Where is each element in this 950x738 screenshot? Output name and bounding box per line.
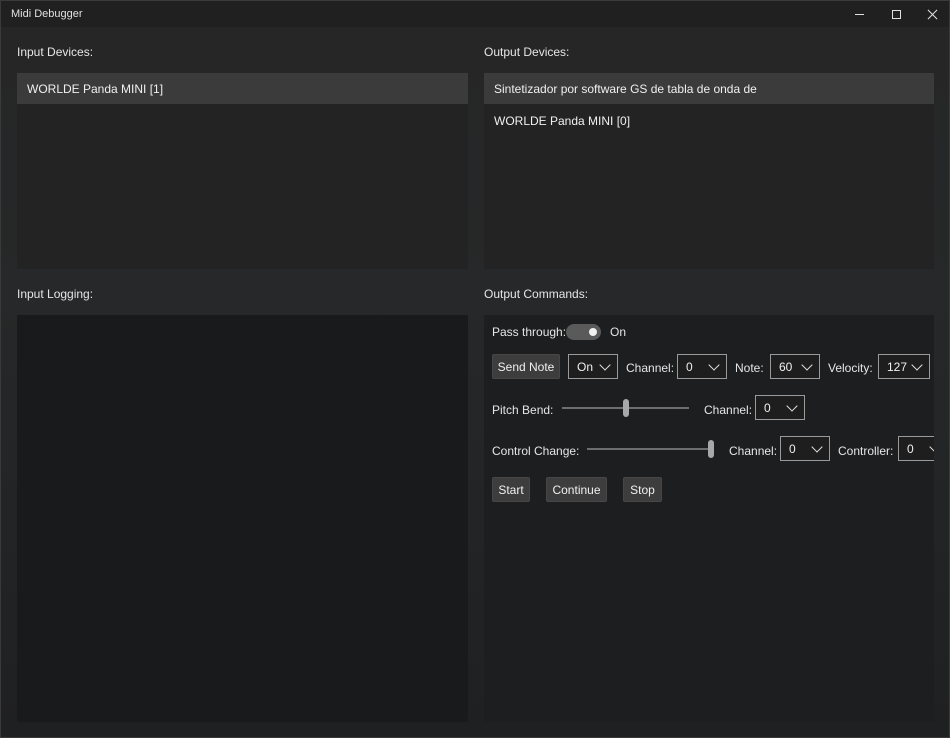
note-channel-label: Channel: xyxy=(626,361,675,375)
control-change-label: Control Change: xyxy=(492,444,580,458)
pitch-bend-channel-value: 0 xyxy=(764,400,771,415)
output-commands-panel: Pass through: On Send Note On Channel: 0… xyxy=(484,315,934,722)
output-commands-label: Output Commands: xyxy=(484,287,589,301)
note-channel-select[interactable]: 0 xyxy=(677,354,727,379)
chevron-down-icon xyxy=(929,441,934,453)
velocity-label: Velocity: xyxy=(828,361,873,375)
slider-thumb[interactable] xyxy=(708,440,714,458)
control-change-channel-select[interactable]: 0 xyxy=(780,436,830,461)
close-button[interactable] xyxy=(914,1,950,27)
input-log-area[interactable] xyxy=(17,315,468,722)
toggle-knob xyxy=(589,328,597,336)
maximize-icon xyxy=(891,9,901,19)
slider-track xyxy=(587,448,714,450)
close-icon xyxy=(927,9,938,20)
start-button[interactable]: Start xyxy=(492,477,530,502)
stop-button[interactable]: Stop xyxy=(623,477,662,502)
maximize-button[interactable] xyxy=(878,1,914,27)
pitch-bend-slider[interactable] xyxy=(562,399,689,417)
chevron-down-icon xyxy=(801,359,813,371)
chevron-down-icon xyxy=(599,359,611,371)
velocity-value: 127 xyxy=(887,359,908,374)
chevron-down-icon xyxy=(786,400,798,412)
output-device-item[interactable]: Sintetizador por software GS de tabla de… xyxy=(484,73,934,104)
send-note-button[interactable]: Send Note xyxy=(492,354,560,379)
input-devices-label: Input Devices: xyxy=(17,45,94,59)
note-channel-value: 0 xyxy=(686,359,693,374)
pitch-bend-channel-label: Channel: xyxy=(704,403,753,417)
control-change-slider[interactable] xyxy=(587,440,714,458)
window-title: Midi Debugger xyxy=(11,8,83,20)
controller-value: 0 xyxy=(907,441,914,456)
minimize-button[interactable] xyxy=(841,1,877,27)
title-bar: Midi Debugger xyxy=(1,1,949,27)
slider-thumb[interactable] xyxy=(623,399,629,417)
input-devices-list[interactable]: WORLDE Panda MINI [1] xyxy=(17,73,468,269)
velocity-select[interactable]: 127 xyxy=(878,354,930,379)
output-devices-list[interactable]: Sintetizador por software GS de tabla de… xyxy=(484,73,934,269)
controller-select[interactable]: 0 xyxy=(898,436,934,461)
note-label: Note: xyxy=(735,361,764,375)
pass-through-state: On xyxy=(610,325,627,339)
input-logging-label: Input Logging: xyxy=(17,287,94,301)
continue-button[interactable]: Continue xyxy=(546,477,607,502)
note-on-off-select[interactable]: On xyxy=(568,354,618,379)
pitch-bend-label: Pitch Bend: xyxy=(492,403,554,417)
pass-through-label: Pass through: xyxy=(492,325,567,339)
pitch-bend-channel-select[interactable]: 0 xyxy=(755,395,805,420)
input-device-item[interactable]: WORLDE Panda MINI [1] xyxy=(17,73,468,104)
minimize-icon xyxy=(854,13,864,15)
controller-label: Controller: xyxy=(838,444,894,458)
chevron-down-icon xyxy=(708,359,720,371)
chevron-down-icon xyxy=(911,359,923,371)
output-device-item[interactable]: WORLDE Panda MINI [0] xyxy=(484,105,934,136)
note-value: 60 xyxy=(779,359,793,374)
control-change-channel-value: 0 xyxy=(789,441,796,456)
chevron-down-icon xyxy=(811,441,823,453)
output-devices-label: Output Devices: xyxy=(484,45,570,59)
app-window: Midi Debugger Input Devices: WORLDE Pand… xyxy=(0,0,950,738)
control-change-channel-label: Channel: xyxy=(729,444,778,458)
note-on-off-value: On xyxy=(577,359,594,374)
pass-through-toggle[interactable] xyxy=(566,324,601,340)
note-select[interactable]: 60 xyxy=(770,354,820,379)
